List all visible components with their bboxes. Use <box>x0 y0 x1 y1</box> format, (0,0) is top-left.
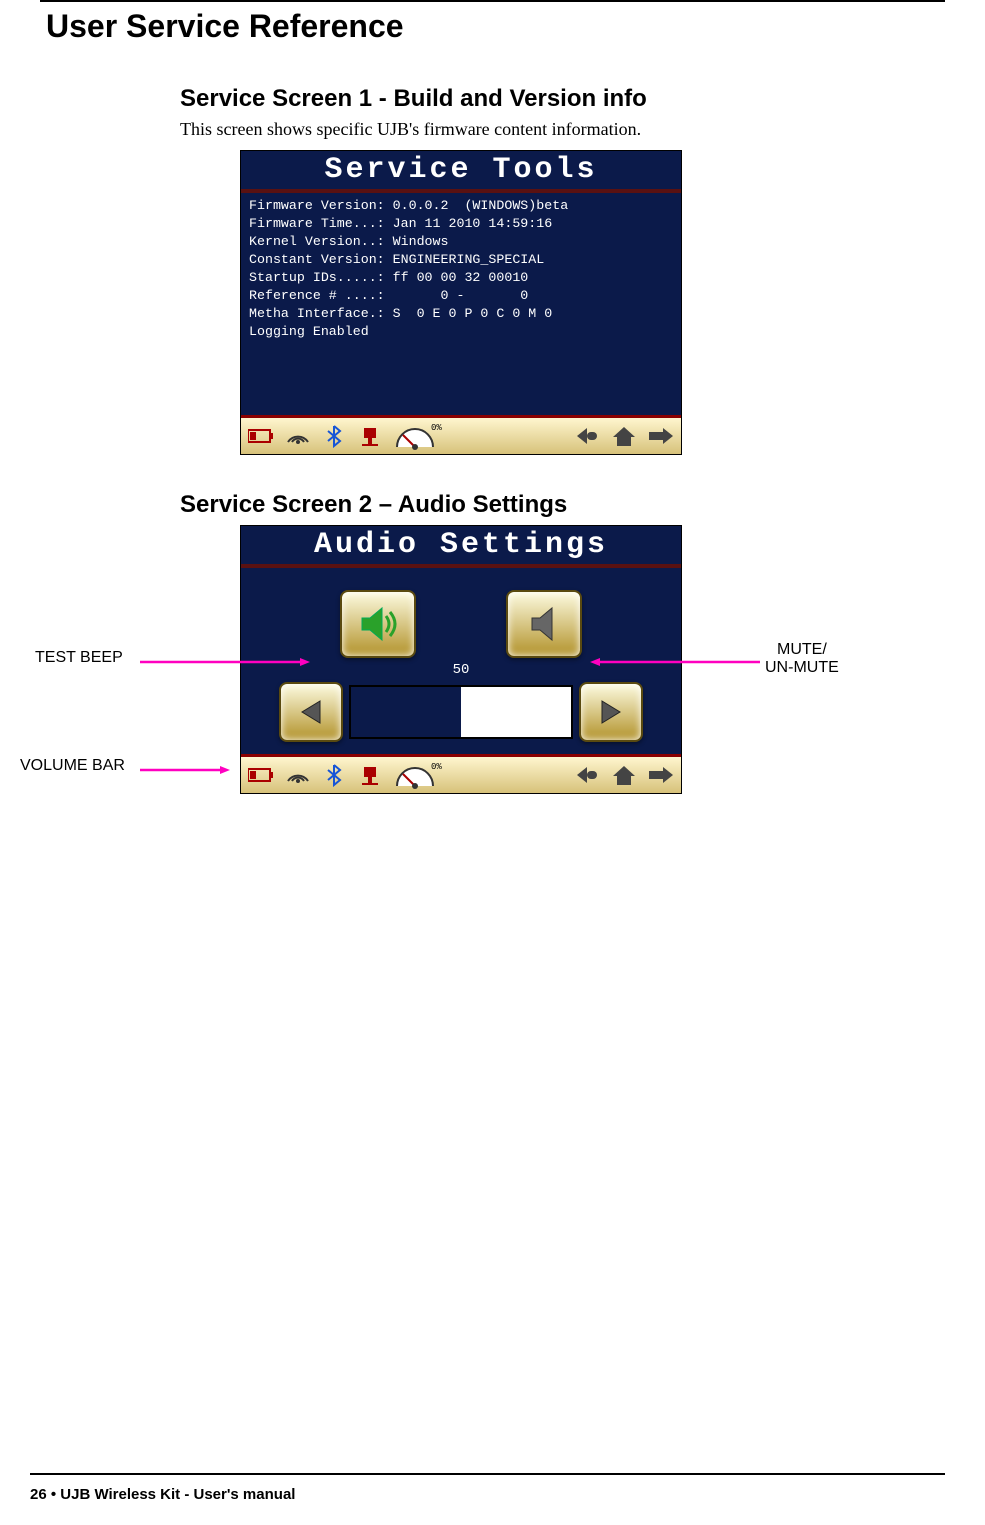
wifi-icon <box>281 760 315 790</box>
screen-1-content: Firmware Version: 0.0.0.2 (WINDOWS)beta … <box>241 193 681 415</box>
connector-icon <box>353 760 387 790</box>
home-icon[interactable] <box>607 760 641 790</box>
bluetooth-icon <box>317 421 351 451</box>
service-tools-screen: Service Tools Firmware Version: 0.0.0.2 … <box>240 150 682 455</box>
status-bar-2: 0% <box>241 754 681 793</box>
svg-text:0%: 0% <box>431 423 442 433</box>
gauge-icon: 0% <box>389 760 449 790</box>
page-footer: 26 • UJB Wireless Kit - User's manual <box>30 1486 295 1503</box>
section-1-body: This screen shows specific UJB's firmwar… <box>180 119 945 140</box>
connector-icon <box>353 421 387 451</box>
battery-icon <box>245 421 279 451</box>
status-bar: 0% <box>241 415 681 454</box>
volume-bar[interactable] <box>349 685 573 739</box>
wifi-icon <box>281 421 315 451</box>
section-1-heading: Service Screen 1 - Build and Version inf… <box>180 85 945 113</box>
volume-up-button[interactable] <box>579 682 643 742</box>
back-icon[interactable] <box>571 760 605 790</box>
back-icon[interactable] <box>571 421 605 451</box>
gauge-icon: 0% <box>389 421 449 451</box>
battery-icon <box>245 760 279 790</box>
svg-text:0%: 0% <box>431 762 442 772</box>
callout-mute: MUTE/ UN-MUTE <box>765 641 839 677</box>
volume-bar-fill <box>351 687 461 737</box>
arrow-icon[interactable] <box>643 760 677 790</box>
screen-2-title: Audio Settings <box>241 526 681 568</box>
screen-1-title: Service Tools <box>241 151 681 193</box>
page-title: User Service Reference <box>46 8 945 45</box>
mute-button[interactable] <box>506 590 582 658</box>
section-2-heading: Service Screen 2 – Audio Settings <box>180 491 945 519</box>
callout-volume-bar: VOLUME BAR <box>20 757 125 775</box>
volume-down-button[interactable] <box>279 682 343 742</box>
bluetooth-icon <box>317 760 351 790</box>
callout-test-beep: TEST BEEP <box>35 649 123 667</box>
test-beep-button[interactable] <box>340 590 416 658</box>
home-icon[interactable] <box>607 421 641 451</box>
arrow-icon[interactable] <box>643 421 677 451</box>
